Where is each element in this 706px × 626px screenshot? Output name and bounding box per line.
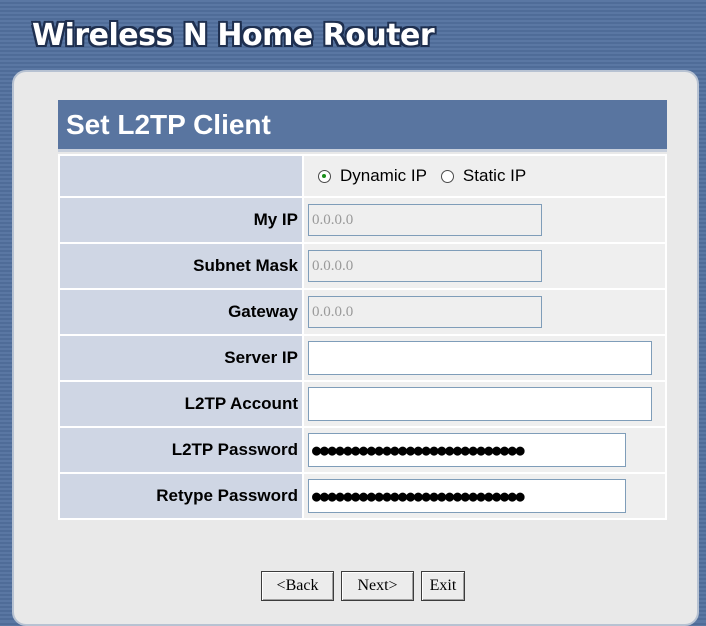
l2tp-password-row: L2TP Password ●●●●●●●●●●●●●●●●●●●●●●●●●●… (58, 426, 667, 474)
l2tp-account-input[interactable] (308, 387, 652, 421)
app-title: Wireless N Home Router (32, 18, 435, 53)
exit-button[interactable]: Exit (421, 571, 465, 601)
dynamic-ip-radio[interactable] (318, 169, 331, 183)
button-bar: <Back Next> Exit (261, 571, 465, 601)
my-ip-label: My IP (58, 196, 304, 244)
ip-mode-label-cell (58, 154, 304, 198)
static-ip-radio[interactable] (440, 169, 454, 183)
retype-password-input[interactable]: ●●●●●●●●●●●●●●●●●●●●●●●●●●● (308, 479, 626, 513)
retype-password-row: Retype Password ●●●●●●●●●●●●●●●●●●●●●●●●… (58, 472, 667, 520)
l2tp-password-input[interactable]: ●●●●●●●●●●●●●●●●●●●●●●●●●●● (308, 433, 626, 467)
l2tp-password-label: L2TP Password (58, 426, 304, 474)
retype-password-label: Retype Password (58, 472, 304, 520)
server-ip-row: Server IP (58, 334, 667, 382)
gateway-input[interactable]: 0.0.0.0 (308, 296, 542, 328)
ip-mode-radio-group: Dynamic IP Static IP (308, 166, 665, 186)
back-button[interactable]: <Back (261, 571, 334, 601)
l2tp-account-label: L2TP Account (58, 380, 304, 428)
subnet-mask-row: Subnet Mask 0.0.0.0 (58, 242, 667, 290)
subnet-mask-label: Subnet Mask (58, 242, 304, 290)
static-ip-label[interactable]: Static IP (463, 166, 526, 186)
my-ip-input[interactable]: 0.0.0.0 (308, 204, 542, 236)
section-title: Set L2TP Client (58, 100, 667, 152)
ip-mode-row: Dynamic IP Static IP (58, 154, 667, 198)
l2tp-form-table: Dynamic IP Static IP My IP 0.0.0.0 Subne… (58, 154, 667, 520)
next-button[interactable]: Next> (341, 571, 414, 601)
server-ip-input[interactable] (308, 341, 652, 375)
my-ip-row: My IP 0.0.0.0 (58, 196, 667, 244)
dynamic-ip-label[interactable]: Dynamic IP (340, 166, 427, 186)
subnet-mask-input[interactable]: 0.0.0.0 (308, 250, 542, 282)
gateway-label: Gateway (58, 288, 304, 336)
l2tp-account-row: L2TP Account (58, 380, 667, 428)
server-ip-label: Server IP (58, 334, 304, 382)
gateway-row: Gateway 0.0.0.0 (58, 288, 667, 336)
